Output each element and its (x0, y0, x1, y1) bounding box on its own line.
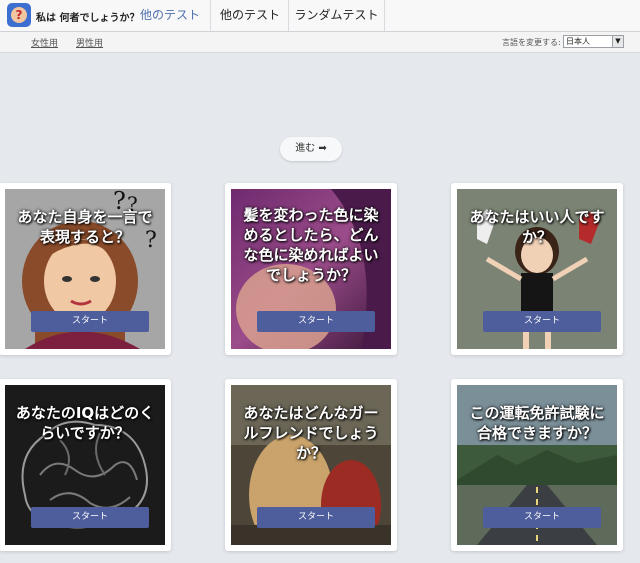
language-select-value: 日本人 (566, 37, 590, 46)
quiz-card-hair-color[interactable]: 髪を変わった色に染めるとしたら、どんな色に染めればよいでしょうか？ スタート (225, 183, 397, 355)
quiz-card-title: あなた自身を一言で表現すると？ (17, 208, 153, 246)
start-button[interactable]: スタート (483, 507, 601, 528)
sub-nav-bar: 女性用 男性用 言語を変更する: (0, 32, 640, 53)
language-select[interactable]: 日本人 ▼ (563, 35, 624, 48)
female-link[interactable]: 女性用 (31, 36, 58, 49)
quiz-card-good-person[interactable]: あなたはいい人ですか？ スタート (451, 183, 623, 355)
quiz-card-image[interactable]: あなたはいい人ですか？ スタート (457, 189, 617, 349)
tab-random-test[interactable]: ランダムテスト (288, 0, 385, 31)
quiz-card-image[interactable]: 髪を変わった色に染めるとしたら、どんな色に染めればよいでしょうか？ スタート (231, 189, 391, 349)
quiz-card-title: この運転免許試験に合格できますか？ (469, 404, 605, 442)
brand-title[interactable]: 私は 何者でしょうか？ (36, 9, 139, 24)
quiz-card-title: 髪を変わった色に染めるとしたら、どんな色に染めればよいでしょうか？ (243, 206, 379, 284)
quiz-card-title: あなたはどんなガールフレンドでしょうか？ (243, 404, 379, 462)
tab-other-tests-2[interactable]: 他のテスト (210, 0, 289, 31)
quiz-card-image[interactable]: この運転免許試験に合格できますか？ スタート (457, 385, 617, 545)
top-nav-bar: ? 私は 何者でしょうか？ 他のテスト 他のテスト ランダムテスト (0, 0, 640, 32)
quiz-card-title: あなたのIQはどのくらいですか？ (15, 404, 155, 442)
start-button[interactable]: スタート (31, 507, 149, 528)
tab-other-tests-1[interactable]: 他のテスト (130, 0, 210, 31)
quiz-card-image[interactable]: ? ? ? あなた自身を一言で表現すると？ スタート (5, 189, 165, 349)
start-button[interactable]: スタート (257, 507, 375, 528)
app-logo-icon[interactable]: ? (7, 3, 31, 27)
quiz-card-image[interactable]: あなたはどんなガールフレンドでしょうか？ スタート (231, 385, 391, 545)
start-button[interactable]: スタート (257, 311, 375, 332)
quiz-card-image[interactable]: あなたのIQはどのくらいですか？ スタート (5, 385, 165, 545)
start-button[interactable]: スタート (483, 311, 601, 332)
language-label: 言語を変更する: (502, 38, 561, 47)
chevron-down-icon[interactable]: ▼ (612, 36, 623, 47)
quiz-card-girlfriend[interactable]: あなたはどんなガールフレンドでしょうか？ スタート (225, 379, 397, 551)
start-button[interactable]: スタート (31, 311, 149, 332)
quiz-card-title: あなたはいい人ですか？ (469, 208, 605, 246)
quiz-card-describe-yourself[interactable]: ? ? ? あなた自身を一言で表現すると？ スタート (0, 183, 171, 355)
quiz-card-iq[interactable]: あなたのIQはどのくらいですか？ スタート (0, 379, 171, 551)
male-link[interactable]: 男性用 (76, 36, 103, 49)
next-button[interactable]: 進む ➡ (280, 137, 342, 161)
quiz-card-driving-test[interactable]: この運転免許試験に合格できますか？ スタート (451, 379, 623, 551)
